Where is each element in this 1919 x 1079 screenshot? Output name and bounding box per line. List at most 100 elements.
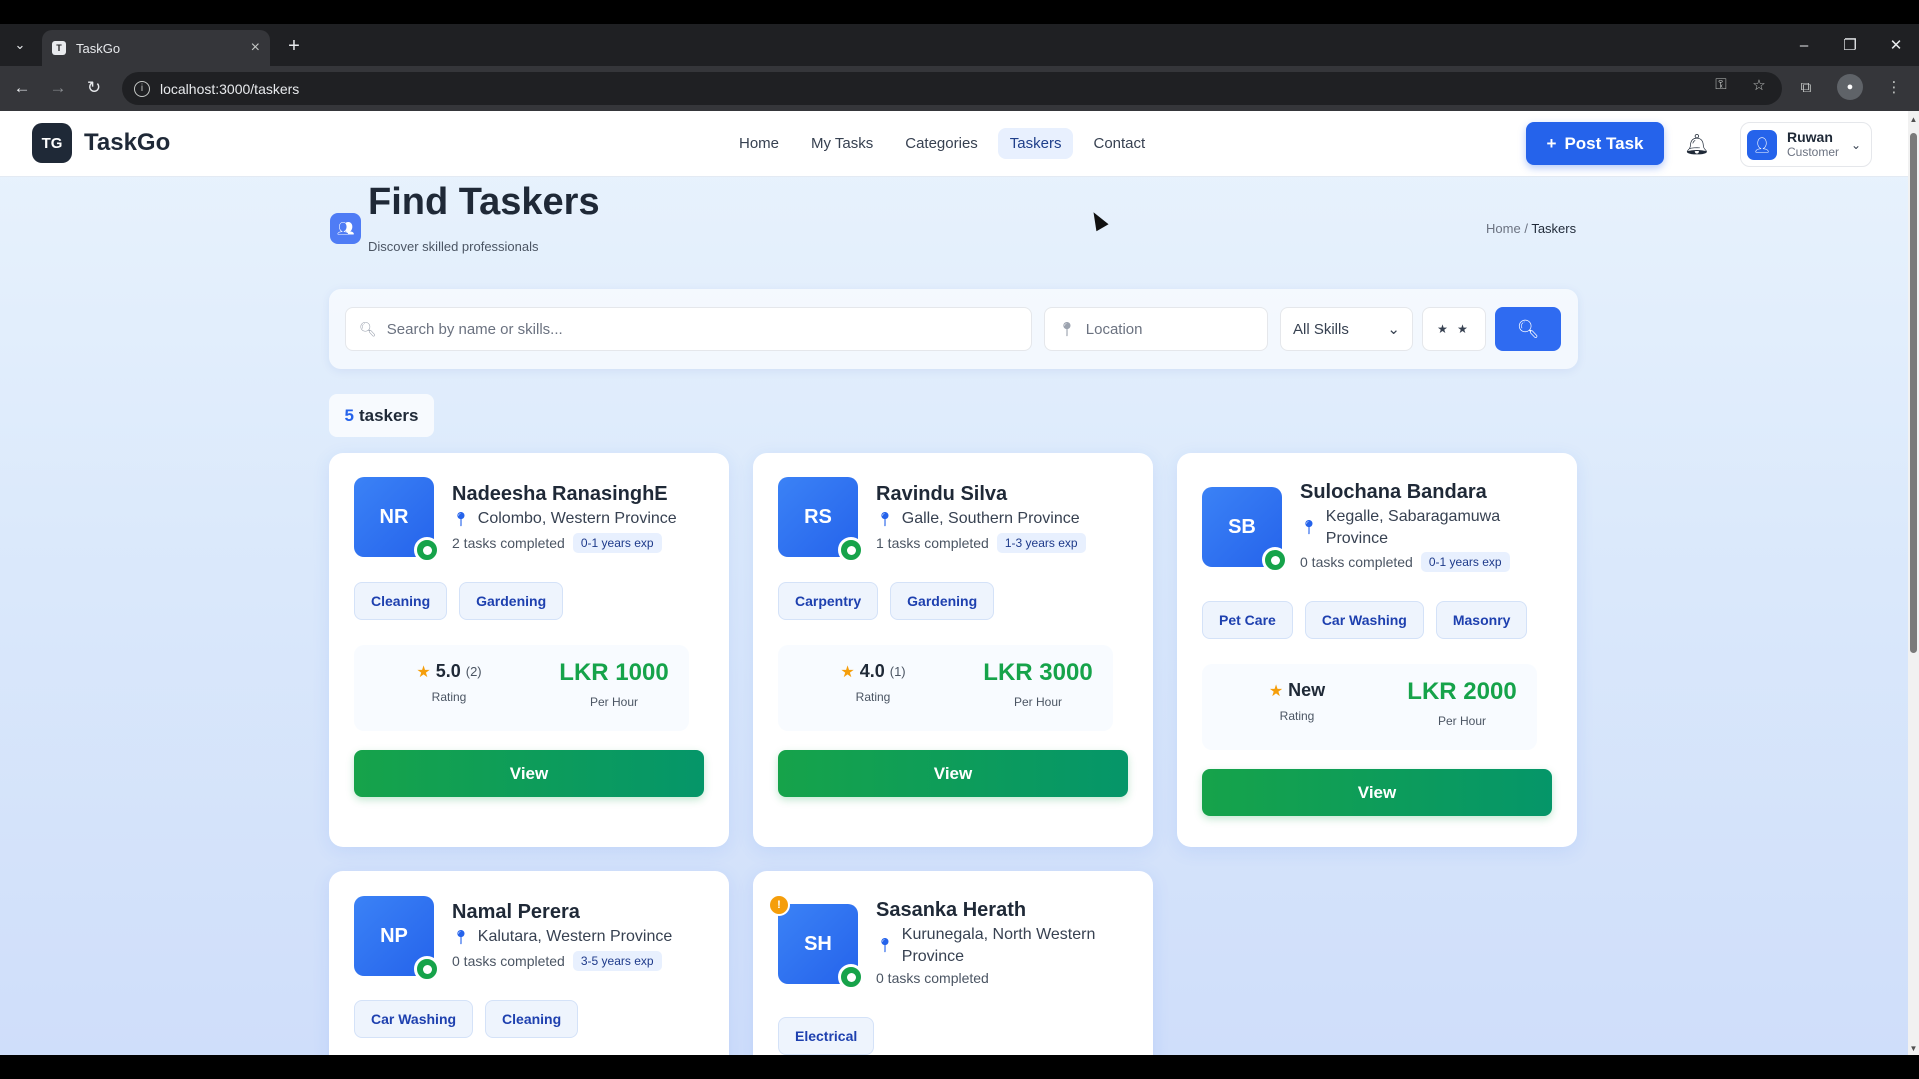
skill-tag[interactable]: Car Washing — [1304, 601, 1424, 639]
experience-badge: 0-1 years exp — [1420, 552, 1510, 572]
view-button[interactable]: View — [1202, 769, 1552, 816]
menu-icon[interactable]: ⋮ — [1881, 74, 1907, 100]
online-status-icon — [414, 956, 440, 982]
view-button[interactable]: View — [354, 750, 704, 797]
star-icon: ★ — [416, 663, 431, 681]
skill-tag[interactable]: Masonry — [1435, 601, 1528, 639]
nav-categories[interactable]: Categories — [893, 128, 990, 159]
avatar-initials: NR — [379, 505, 409, 528]
tasker-location-text: Kegalle, Sabaragamuwa Province — [1325, 508, 1501, 547]
scroll-up-icon[interactable]: ▲ — [1909, 115, 1918, 124]
tasker-location-text: Colombo, Western Province — [477, 510, 677, 527]
password-key-icon[interactable]: ⚿ — [1711, 76, 1731, 94]
tasker-location-text: Galle, Southern Province — [901, 510, 1080, 527]
price-block: LKR 1000 Per Hour — [539, 659, 689, 709]
skill-tag[interactable]: Cleaning — [485, 1000, 579, 1038]
search-button[interactable]: 🔍︎ — [1495, 307, 1561, 351]
post-task-label: Post Task — [1564, 133, 1644, 153]
avatar: RS — [778, 477, 864, 563]
location-input[interactable]: 📍︎ Location — [1044, 307, 1268, 351]
tab-list-icon[interactable]: ⌄ — [8, 32, 32, 58]
close-window-icon[interactable]: ✕ — [1873, 24, 1919, 66]
experience-badge: 0-1 years exp — [572, 533, 662, 553]
search-icon: 🔍︎ — [359, 320, 377, 337]
brand-name[interactable]: TaskGo — [84, 129, 170, 157]
price-label: Per Hour — [1013, 695, 1063, 709]
tasker-name[interactable]: Sasanka Herath — [876, 899, 1026, 922]
skill-tags: Cleaning Gardening — [354, 582, 564, 620]
rating-value: 5.0 — [435, 661, 461, 681]
avatar: SB — [1202, 487, 1288, 573]
price-block: LKR 3000 Per Hour — [963, 659, 1113, 709]
rating-label: Rating — [1279, 709, 1315, 723]
breadcrumb-separator: / — [1524, 221, 1528, 236]
screen-bottom-bar — [0, 1055, 1919, 1079]
minimize-icon[interactable]: – — [1781, 24, 1827, 66]
skill-tags: Carpentry Gardening — [778, 582, 995, 620]
tasker-card: ! SH Sasanka Herath 📍︎ Kurunegala, North… — [753, 871, 1153, 1055]
skill-tag[interactable]: Gardening — [459, 582, 564, 620]
tab-title: TaskGo — [76, 40, 121, 56]
breadcrumb-current: Taskers — [1531, 221, 1577, 236]
forward-icon[interactable]: → — [44, 74, 72, 102]
post-task-button[interactable]: + Post Task — [1526, 122, 1664, 165]
nav-taskers[interactable]: Taskers — [997, 128, 1074, 159]
scrollbar-thumb[interactable] — [1910, 133, 1917, 653]
close-icon[interactable]: × — [251, 39, 260, 57]
address-bar[interactable]: i localhost:3000/taskers — [122, 72, 1782, 105]
avatar: NP — [354, 896, 440, 982]
skill-tag[interactable]: Car Washing — [354, 1000, 474, 1038]
nav-contact[interactable]: Contact — [1081, 128, 1157, 159]
browser-tab[interactable]: T TaskGo × — [42, 30, 270, 66]
skill-tag[interactable]: Pet Care — [1202, 601, 1293, 639]
view-button[interactable]: View — [778, 750, 1128, 797]
extensions-icon[interactable]: ⧉ — [1793, 74, 1819, 100]
skill-select[interactable]: All Skills ⌄ — [1280, 307, 1413, 351]
search-panel: 🔍︎ Search by name or skills... 📍︎ Locati… — [329, 289, 1578, 369]
app-header: TG TaskGo Home My Tasks Categories Taske… — [0, 111, 1908, 177]
tasker-location: 📍︎ Galle, Southern Province — [876, 508, 1136, 530]
page-scrollbar[interactable]: ▲ ▼ — [1908, 111, 1919, 1055]
nav-home[interactable]: Home — [727, 128, 791, 159]
user-avatar-icon: 👤︎ — [1747, 129, 1777, 160]
plus-icon[interactable]: + — [282, 34, 306, 58]
tasks-completed: 0 tasks completed — [1300, 554, 1413, 570]
back-icon[interactable]: ← — [8, 74, 36, 102]
rating-filter[interactable]: ★ ★ — [1422, 307, 1486, 351]
scroll-down-icon[interactable]: ▼ — [1909, 1044, 1918, 1053]
bookmark-star-icon[interactable]: ☆ — [1749, 76, 1769, 94]
skill-tags: Electrical — [778, 1017, 875, 1055]
online-status-icon — [1262, 547, 1288, 573]
nav-my-tasks[interactable]: My Tasks — [799, 128, 885, 159]
tasker-stats: 2 tasks completed 0-1 years exp — [452, 533, 662, 553]
skill-tag[interactable]: Gardening — [890, 582, 995, 620]
skill-tag[interactable]: Cleaning — [354, 582, 448, 620]
logo-icon[interactable]: TG — [32, 123, 72, 163]
search-input[interactable]: 🔍︎ Search by name or skills... — [345, 307, 1032, 351]
location-pin-icon: 📍︎ — [452, 511, 470, 527]
restore-icon[interactable]: ❐ — [1827, 24, 1873, 66]
user-menu[interactable]: 👤︎ Ruwan Customer ⌄ — [1740, 122, 1872, 167]
bell-icon[interactable]: 🔔︎ — [1684, 129, 1710, 159]
skill-tag[interactable]: Electrical — [778, 1017, 875, 1055]
profile-icon[interactable]: ● — [1837, 74, 1863, 100]
location-pin-icon: 📍︎ — [1300, 519, 1318, 535]
tasker-name[interactable]: Nadeesha RanasinghE — [452, 483, 668, 506]
reload-icon[interactable]: ↻ — [80, 74, 108, 102]
rating-count: (2) — [465, 664, 482, 679]
tasker-name[interactable]: Sulochana Bandara — [1300, 481, 1487, 504]
screen-top-bar — [0, 0, 1919, 24]
rating-label: Rating — [431, 690, 467, 704]
site-info-icon[interactable]: i — [134, 80, 150, 97]
breadcrumb-home[interactable]: Home — [1486, 221, 1521, 236]
price-value: LKR 2000 — [1407, 678, 1517, 705]
rating-block: ★ 5.0 (2) Rating — [404, 661, 494, 704]
tasks-completed: 0 tasks completed — [452, 953, 565, 969]
tasker-name[interactable]: Ravindu Silva — [876, 483, 1007, 506]
mouse-cursor-icon — [1087, 208, 1109, 232]
tasker-metrics: ★ 5.0 (2) Rating LKR 1000 Per Hour — [354, 645, 689, 731]
skill-tag[interactable]: Carpentry — [778, 582, 879, 620]
tasker-location: 📍︎ Kurunegala, North Western Province — [876, 924, 1116, 968]
tasker-name[interactable]: Namal Perera — [452, 901, 580, 924]
url-text: localhost:3000/taskers — [160, 80, 300, 97]
